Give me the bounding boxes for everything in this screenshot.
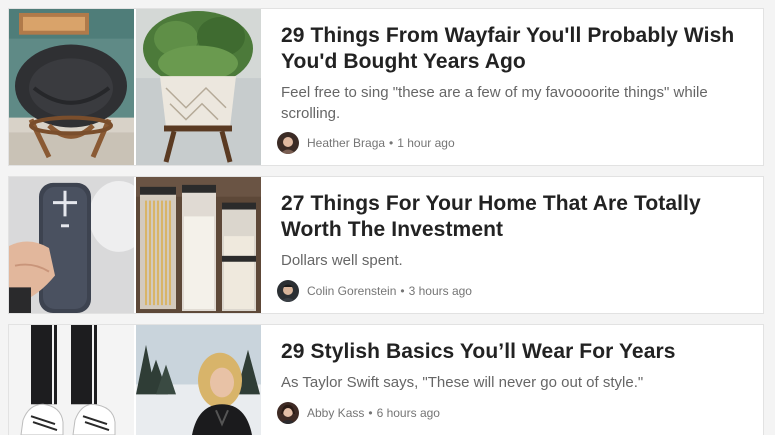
published-time: 3 hours ago xyxy=(408,284,472,298)
byline-separator: • xyxy=(400,284,405,298)
article-headline[interactable]: 27 Things For Your Home That Are Totally… xyxy=(281,191,739,243)
article-feed: 29 Things From Wayfair You'll Probably W… xyxy=(0,0,775,435)
article-description: As Taylor Swift says, "These will never … xyxy=(281,374,644,391)
article-card[interactable]: 29 Things From Wayfair You'll Probably W… xyxy=(8,8,764,166)
article-thumbnails[interactable] xyxy=(9,177,261,313)
byline: Abby Kass • 6 hours ago xyxy=(277,402,739,424)
article-headline[interactable]: 29 Stylish Basics You’ll Wear For Years xyxy=(281,339,739,365)
article-card[interactable]: 27 Things For Your Home That Are Totally… xyxy=(8,176,764,314)
byline: Colin Gorenstein • 3 hours ago xyxy=(277,280,739,302)
author-name[interactable]: Heather Braga xyxy=(307,136,385,150)
bluetooth-speaker-image[interactable] xyxy=(9,177,134,313)
pantry-containers-image[interactable] xyxy=(136,177,261,313)
article-description: Dollars well spent. xyxy=(281,252,403,269)
article-text: 29 Things From Wayfair You'll Probably W… xyxy=(261,9,763,165)
papasan-chair-image[interactable] xyxy=(9,9,134,165)
author-name[interactable]: Abby Kass xyxy=(307,406,364,420)
sneakers-image[interactable] xyxy=(9,325,134,435)
article-card[interactable]: 29 Stylish Basics You’ll Wear For Years … xyxy=(8,324,764,435)
byline-separator: • xyxy=(368,406,373,420)
byline: Heather Braga • 1 hour ago xyxy=(277,132,739,154)
article-text: 29 Stylish Basics You’ll Wear For Years … xyxy=(261,325,763,435)
avatar[interactable] xyxy=(277,132,299,154)
potted-plant-image[interactable] xyxy=(136,9,261,165)
article-description: Feel free to sing "these are a few of my… xyxy=(281,84,708,122)
published-time: 1 hour ago xyxy=(397,136,455,150)
published-time: 6 hours ago xyxy=(376,406,440,420)
avatar[interactable] xyxy=(277,402,299,424)
article-thumbnails[interactable] xyxy=(9,9,261,165)
avatar[interactable] xyxy=(277,280,299,302)
winter-portrait-image[interactable] xyxy=(136,325,261,435)
byline-separator: • xyxy=(389,136,394,150)
author-name[interactable]: Colin Gorenstein xyxy=(307,284,396,298)
article-text: 27 Things For Your Home That Are Totally… xyxy=(261,177,763,313)
article-headline[interactable]: 29 Things From Wayfair You'll Probably W… xyxy=(281,23,739,75)
article-thumbnails[interactable] xyxy=(9,325,261,435)
